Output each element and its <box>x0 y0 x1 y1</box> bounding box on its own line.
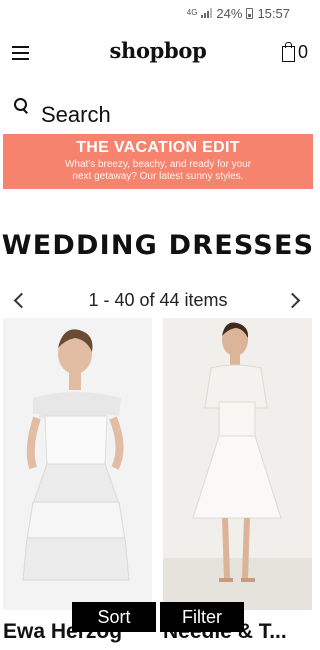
status-bar: 4G 24% 15:57 <box>0 0 316 26</box>
search-icon <box>14 98 27 111</box>
sort-filter-bar: Sort Filter <box>72 602 244 632</box>
product-card[interactable]: Ewa Herzog <box>3 318 152 650</box>
search-input[interactable]: Search <box>41 102 281 128</box>
network-indicator: 4G <box>186 8 198 17</box>
app-header: shopbop 0 <box>0 34 316 72</box>
clock: 15:57 <box>257 5 290 21</box>
shopping-bag-button[interactable]: 0 <box>281 41 308 63</box>
product-card[interactable]: Needle & T... <box>163 318 312 650</box>
promo-banner[interactable]: THE VACATION EDIT What's breezy, beachy,… <box>3 134 313 189</box>
signal-icon <box>201 8 213 18</box>
shopping-bag-icon <box>281 41 295 62</box>
bag-count: 0 <box>297 42 308 62</box>
search-bar[interactable]: Search <box>12 96 304 130</box>
battery-icon <box>246 7 254 19</box>
battery-percent: 24% <box>216 5 243 21</box>
product-image[interactable] <box>163 318 312 610</box>
sort-button[interactable]: Sort <box>72 602 156 632</box>
page-title: WEDDING DRESSES <box>1 230 315 261</box>
promo-title: THE VACATION EDIT <box>76 139 240 156</box>
product-image[interactable] <box>3 318 152 610</box>
product-grid: Ewa Herzog Needle & T... <box>3 318 313 650</box>
shopbop-logo[interactable]: shopbop <box>0 38 316 63</box>
pagination-count: 1 - 40 of 44 items <box>88 290 228 310</box>
filter-button[interactable]: Filter <box>160 602 244 632</box>
pagination: 1 - 40 of 44 items <box>0 288 316 316</box>
promo-subtitle: What's breezy, beachy, and ready for you… <box>64 159 252 182</box>
